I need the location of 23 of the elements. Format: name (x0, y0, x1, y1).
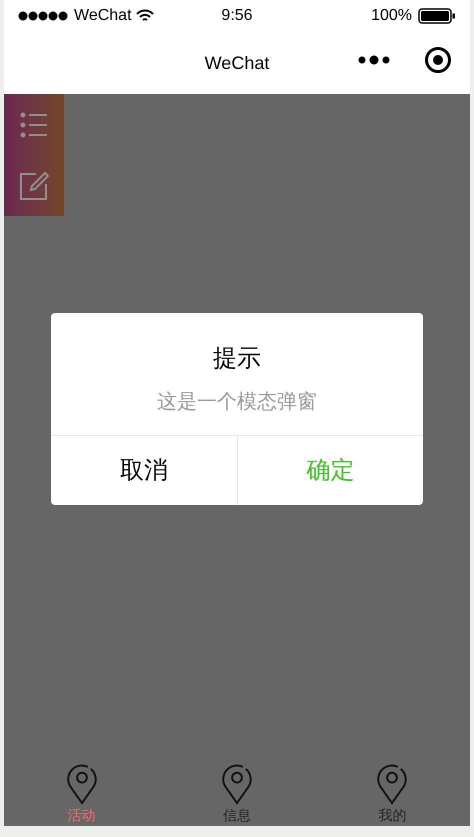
tab[interactable]: 我的 (314, 756, 470, 826)
location-pin-icon (376, 764, 408, 805)
dialog-message: 这是一个模态弹窗 (157, 391, 317, 413)
tab[interactable]: 活动 (4, 756, 160, 826)
target-icon[interactable] (424, 46, 452, 74)
list-icon (19, 110, 49, 140)
confirm-button[interactable]: 确定 (236, 436, 423, 505)
clock-time: 9:56 (221, 7, 253, 24)
edit-icon (19, 170, 49, 200)
carrier-name: WeChat (74, 6, 132, 26)
edit-button[interactable] (4, 155, 64, 216)
dialog-title: 提示 (213, 345, 261, 372)
menu-button[interactable] (4, 94, 64, 155)
battery-percent: 100% (371, 6, 412, 26)
wifi-icon (136, 9, 154, 23)
signal-icon (18, 11, 70, 21)
location-pin-icon (66, 764, 98, 805)
battery-icon (418, 8, 456, 24)
more-icon[interactable] (358, 55, 390, 65)
nav-title: WeChat (204, 52, 270, 72)
tab[interactable]: 信息 (159, 756, 315, 826)
cancel-button[interactable]: 取消 (51, 436, 236, 505)
location-pin-icon (220, 764, 253, 805)
